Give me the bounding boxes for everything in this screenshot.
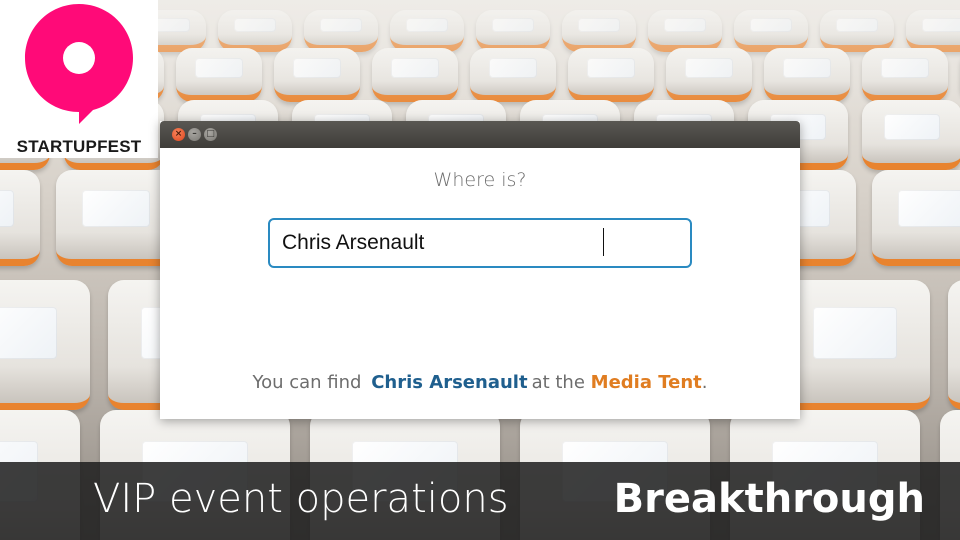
text-caret [603, 228, 604, 256]
minimize-icon[interactable]: – [188, 128, 201, 141]
logo-text: STARTUPFEST [16, 137, 142, 156]
startupfest-logo: STARTUPFEST [0, 0, 158, 158]
question-label: Where is? [433, 169, 527, 191]
result-person-name: Chris Arsenault [371, 372, 528, 393]
result-location: Media Tent [590, 372, 702, 393]
maximize-icon[interactable]: □ [204, 128, 217, 141]
result-middle: at the [531, 372, 585, 393]
person-search-input[interactable] [268, 218, 692, 268]
where-is-window: × – □ Where is? You can find Chris Arsen… [160, 121, 800, 419]
close-icon[interactable]: × [172, 128, 185, 141]
result-prefix: You can find [252, 372, 362, 393]
window-titlebar[interactable]: × – □ [160, 121, 800, 148]
caption-title: VIP event operations [93, 476, 509, 522]
result-message: You can find Chris Arsenault at the Media… [160, 372, 800, 393]
caption-bar: VIP event operations Breakthrough [0, 462, 960, 540]
logo-mark-icon [25, 4, 133, 124]
caption-label: Breakthrough [613, 476, 925, 522]
result-suffix: . [701, 372, 708, 393]
